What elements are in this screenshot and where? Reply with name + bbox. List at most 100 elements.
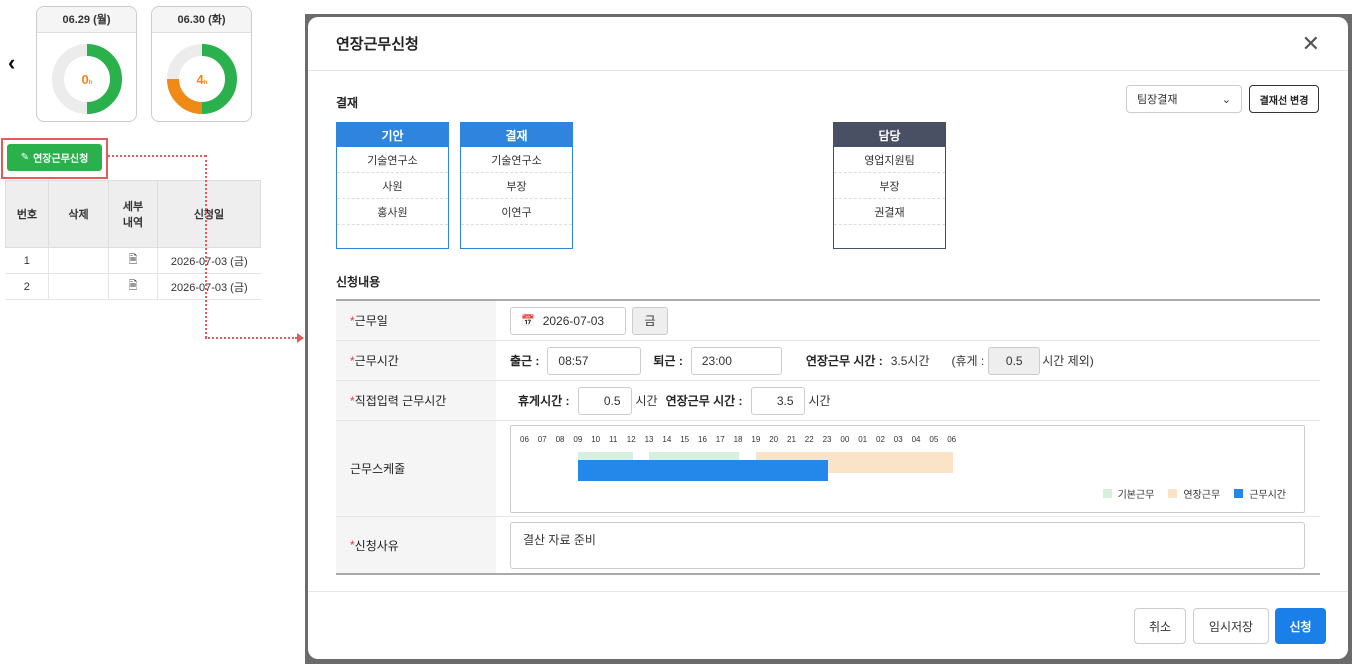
hour-tick-label: 21 [787, 434, 796, 444]
connector-line [108, 155, 206, 157]
approval-line-select[interactable]: 팀장결재 ⌄ [1126, 85, 1242, 113]
hour-tick-label: 06 [520, 434, 529, 444]
date-value: 2026-07-03 [542, 313, 605, 328]
row-number: 2 [5, 273, 49, 300]
table-row[interactable]: 2 🗎 2026-07-03 (금) [5, 273, 261, 300]
delete-cell[interactable] [48, 273, 109, 300]
legend-label: 연장근무 [1183, 489, 1221, 501]
chevron-left-icon[interactable]: ‹ [8, 50, 15, 76]
hour-tick-label: 00 [840, 434, 850, 444]
hour-tick-label: 07 [537, 434, 547, 444]
save-draft-button[interactable]: 임시저장 [1193, 608, 1269, 644]
approver-position: 부장 [834, 173, 945, 199]
form-row-schedule: 근무스케줄 기본근무 연장근무 근무시간 06 07 08 09 10 11 12 [336, 421, 1320, 517]
date-input[interactable]: 📅 2026-07-03 [510, 306, 626, 335]
apply-overtime-label: 연장근무신청 [33, 154, 89, 165]
highlight-box: ✎ 연장근무신청 [1, 138, 108, 179]
overtime-value: 3.5시간 [890, 354, 930, 368]
approver-role: 결재 [461, 123, 572, 147]
hour-tick-label: 14 [662, 434, 672, 444]
close-icon[interactable]: ✕ [1302, 31, 1320, 57]
donut-work-arc [86, 44, 122, 114]
hour-tick-label: 13 [644, 434, 654, 444]
break-unit: 시간 [635, 394, 658, 408]
approver-role: 담당 [834, 123, 945, 147]
approver-position: 사원 [337, 173, 448, 199]
hour-tick-label: 16 [698, 434, 707, 444]
col-header: 세부 내역 [108, 180, 158, 248]
schedule-legend: 기본근무 연장근무 근무시간 [1102, 486, 1286, 501]
arrow-right-icon [297, 333, 304, 343]
document-icon[interactable]: 🗎 [108, 273, 158, 300]
approver-position: 부장 [461, 173, 572, 199]
hour-tick-label: 09 [573, 434, 583, 444]
clock-out-input[interactable]: 23:00 [690, 346, 782, 375]
field-label: * 신청사유 [336, 517, 496, 573]
hour-tick-label: 08 [555, 434, 565, 444]
col-header: 신청일 [157, 180, 261, 248]
legend-label: 근무시간 [1249, 489, 1286, 501]
change-approval-line-button[interactable]: 결재선 변경 [1249, 85, 1319, 113]
approver-box: 결재 기술연구소 부장 이연구 [460, 122, 573, 249]
modal-header: 연장근무신청 ✕ [308, 17, 1348, 71]
cancel-button[interactable]: 취소 [1134, 608, 1186, 644]
legend-swatch [1234, 488, 1244, 498]
donut-chart: 4h [167, 44, 237, 114]
break-value: 0.5 [988, 346, 1041, 375]
weekday-field: 금 [632, 306, 668, 335]
donut-chart: 0h [52, 44, 122, 114]
calendar-icon: 📅 [521, 315, 535, 327]
day-card[interactable]: 06.29 (월) 0h [36, 6, 137, 122]
overtime-label: 연장근무 시간 : [805, 354, 883, 368]
work-time-bar [578, 459, 828, 481]
chevron-down-icon: ⌄ [1221, 93, 1231, 106]
approval-section-label: 결재 [336, 96, 359, 110]
hour-tick-label: 22 [804, 434, 814, 444]
delete-cell[interactable] [48, 247, 109, 274]
request-form: * 근무일 📅 2026-07-03 금 * 근무시간 출근 : 08:57 퇴근 … [336, 299, 1320, 575]
approver-box: 기안 기술연구소 사원 홍사원 [336, 122, 449, 249]
overtime-request-modal: 연장근무신청 ✕ 결재 팀장결재 ⌄ 결재선 변경 기안 기술연구소 사원 홍사… [308, 17, 1348, 659]
table-header: 번호 삭제 세부 내역 신청일 [5, 180, 261, 248]
hour-tick-label: 03 [893, 434, 903, 444]
apply-overtime-button[interactable]: ✎ 연장근무신청 [7, 144, 102, 171]
approver-name: 홍사원 [337, 199, 448, 225]
hour-tick-label: 18 [733, 434, 743, 444]
ot-unit: 시간 [808, 394, 831, 408]
hour-tick-label: 10 [591, 434, 601, 444]
legend-swatch [1102, 488, 1112, 498]
connector-line [205, 337, 297, 339]
clock-in-input[interactable]: 08:57 [547, 346, 642, 375]
break-prefix: (휴게 : [951, 354, 985, 368]
approver-box: 담당 영업지원팀 부장 권결재 [833, 122, 946, 249]
reason-textarea[interactable]: 결산 자료 준비 [510, 521, 1305, 569]
background-page: ‹ 06.29 (월) 0h 06.30 (화) 4h ✎ 연장근무신청 번호 … [0, 0, 300, 664]
day-card[interactable]: 06.30 (화) 4h [151, 6, 252, 122]
row-date: 2026-07-03 (금) [157, 273, 261, 300]
hour-tick-label: 05 [929, 434, 939, 444]
clock-out-label: 퇴근 : [653, 354, 683, 368]
hour-tick-label: 12 [626, 434, 636, 444]
approver-name: 권결재 [834, 199, 945, 225]
field-label: 근무스케줄 [336, 421, 496, 516]
field-label: * 근무시간 [336, 341, 496, 380]
manual-ot-label: 연장근무 시간 : [665, 394, 743, 408]
history-table: 번호 삭제 세부 내역 신청일 1 🗎 2026-07-03 (금) 2 🗎 2… [5, 180, 261, 300]
submit-button[interactable]: 신청 [1275, 608, 1326, 644]
row-number: 1 [5, 247, 49, 274]
manual-ot-input[interactable]: 3.5 [750, 386, 805, 415]
modal-title: 연장근무신청 [336, 36, 419, 53]
legend-swatch [1168, 488, 1178, 498]
hour-tick-label: 19 [751, 434, 761, 444]
col-header: 삭제 [48, 180, 109, 248]
hour-tick-label: 23 [822, 434, 832, 444]
break-time-input[interactable]: 0.5 [577, 386, 632, 415]
document-icon[interactable]: 🗎 [108, 247, 158, 274]
form-row-work-time: * 근무시간 출근 : 08:57 퇴근 : 23:00 연장근무 시간 : 3.… [336, 341, 1320, 381]
clock-in-label: 출근 : [510, 354, 540, 368]
table-row[interactable]: 1 🗎 2026-07-03 (금) [5, 247, 261, 274]
svg-text:0h: 0h [82, 72, 93, 87]
donut-work-arc [201, 44, 237, 114]
hour-tick-label: 02 [876, 434, 885, 444]
modal-footer: 취소 임시저장 신청 [308, 591, 1348, 659]
